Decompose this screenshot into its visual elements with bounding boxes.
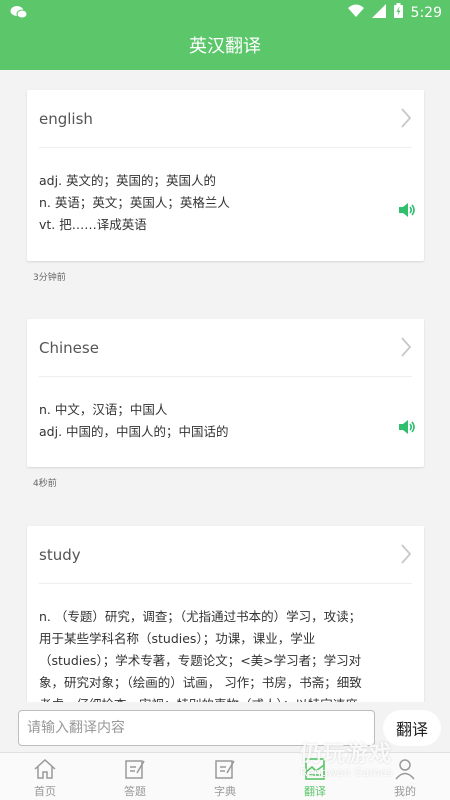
card-header[interactable]: study bbox=[39, 526, 412, 584]
translation-card[interactable]: Chinese n. 中文，汉语；中国人 adj. 中国的，中国人的；中国话的 bbox=[27, 319, 424, 467]
definition-line: n. 英语；英文；英国人；英格兰人 bbox=[39, 195, 230, 210]
wifi-icon bbox=[347, 4, 364, 21]
page-title: 英汉翻译 bbox=[189, 36, 261, 57]
card-definitions: n. 中文，汉语；中国人 adj. 中国的，中国人的；中国话的 bbox=[27, 377, 424, 461]
tab-label: 翻译 bbox=[304, 785, 326, 798]
definition-line: 考虑，仔细检查，审视；特别的事物（或人）；以特定速度 bbox=[39, 694, 412, 702]
timestamp: 3分钟前 bbox=[33, 273, 66, 283]
speaker-icon[interactable] bbox=[398, 202, 416, 222]
tab-quiz[interactable]: 答题 bbox=[90, 753, 180, 800]
tab-home[interactable]: 首页 bbox=[0, 753, 90, 800]
card-word: english bbox=[39, 110, 93, 128]
card-word: study bbox=[39, 546, 81, 564]
battery-icon bbox=[393, 3, 403, 22]
tab-label: 答题 bbox=[124, 785, 146, 798]
definition-line: n. （专题）研究，调查；（尤指通过书本的）学习，攻读； bbox=[39, 609, 362, 624]
card-header[interactable]: english bbox=[39, 90, 412, 148]
definition-line: adj. 英文的；英国的；英国人的 bbox=[39, 173, 217, 188]
tab-label: 字典 bbox=[214, 785, 236, 798]
tab-label: 首页 bbox=[34, 785, 56, 798]
definition-line: 象，研究对象；（绘画的）试画， 习作；书房，书斋；细致 bbox=[39, 675, 362, 690]
edit-icon bbox=[90, 757, 180, 781]
definition-line: 用于某些学科名称（studies）；功课，课业，学业 bbox=[39, 631, 316, 646]
card-definitions: adj. 英文的；英国的；英国人的 n. 英语；英文；英国人；英格兰人 vt. … bbox=[27, 148, 424, 254]
wechat-icon bbox=[10, 4, 28, 23]
tab-dictionary[interactable]: 字典 bbox=[180, 753, 270, 800]
card-header[interactable]: Chinese bbox=[39, 319, 412, 377]
card-word: Chinese bbox=[39, 339, 99, 357]
history-list[interactable]: english adj. 英文的；英国的；英国人的 n. 英语；英文；英国人；英… bbox=[0, 70, 450, 702]
definition-line: （studies）；学术专著，专题论文；<美>学习者；学习对 bbox=[39, 653, 362, 668]
definition-line: vt. 把……译成英语 bbox=[39, 217, 147, 232]
timestamp: 4秒前 bbox=[33, 479, 57, 489]
watermark-text: 仍玩游戏 bbox=[300, 742, 393, 767]
tab-label: 我的 bbox=[394, 785, 416, 798]
app-bar: 英汉翻译 bbox=[0, 24, 450, 70]
watermark: 仍玩游戏 Rengwan Games bbox=[300, 736, 393, 779]
definition-line: n. 中文，汉语；中国人 bbox=[39, 402, 168, 417]
translation-card[interactable]: study n. （专题）研究，调查；（尤指通过书本的）学习，攻读； 用于某些学… bbox=[27, 526, 424, 702]
clock: 5:29 bbox=[410, 4, 442, 21]
watermark-subtext: Rengwan Games bbox=[300, 766, 393, 779]
chevron-right-icon[interactable] bbox=[400, 337, 412, 361]
card-definitions: n. （专题）研究，调查；（尤指通过书本的）学习，攻读； 用于某些学科名称（st… bbox=[27, 584, 424, 702]
chevron-right-icon[interactable] bbox=[400, 108, 412, 132]
home-icon bbox=[0, 757, 90, 781]
status-bar: 5:29 bbox=[0, 0, 450, 24]
definition-line: adj. 中国的，中国人的；中国话的 bbox=[39, 424, 229, 439]
signal-icon bbox=[371, 3, 386, 22]
speaker-icon[interactable] bbox=[398, 419, 416, 439]
edit-icon bbox=[180, 757, 270, 781]
chevron-right-icon[interactable] bbox=[400, 544, 412, 568]
translation-card[interactable]: english adj. 英文的；英国的；英国人的 n. 英语；英文；英国人；英… bbox=[27, 90, 424, 261]
